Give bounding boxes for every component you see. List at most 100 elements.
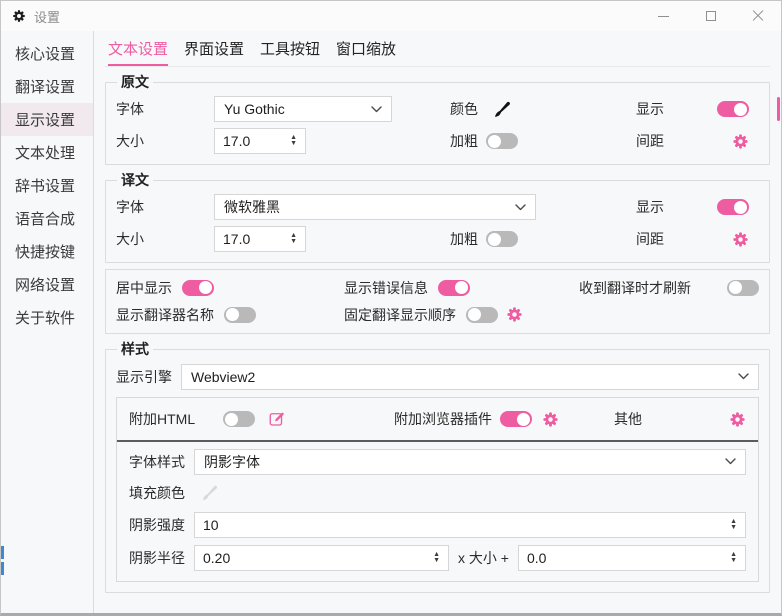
translation-size-value: 17.0 xyxy=(223,231,250,247)
translation-row-2: 大小 17.0 ▲▼ 加粗 间距 xyxy=(116,224,759,254)
source-bold-toggle[interactable] xyxy=(486,133,518,149)
chevron-down-icon xyxy=(365,106,382,113)
translation-spacing-gear-icon[interactable] xyxy=(732,231,749,248)
options-empty-cell xyxy=(579,301,759,328)
shadow-radius-row: 阴影半径 0.20 ▲▼ x 大小 + 0.0 ▲▼ xyxy=(129,544,746,571)
sidebar-item-about[interactable]: 关于软件 xyxy=(1,301,93,334)
sidebar-item-dictionary-settings[interactable]: 辞书设置 xyxy=(1,169,93,202)
sidebar-item-text-processing[interactable]: 文本处理 xyxy=(1,136,93,169)
source-show-label: 显示 xyxy=(636,99,680,119)
translation-bold-toggle[interactable] xyxy=(486,231,518,247)
spin-down-icon[interactable]: ▼ xyxy=(730,525,737,531)
show-translator-name-toggle[interactable] xyxy=(224,307,256,323)
source-show-toggle[interactable] xyxy=(717,101,749,117)
source-color-brush-icon[interactable] xyxy=(492,99,546,120)
chevron-down-icon xyxy=(719,458,736,465)
sidebar-item-network-settings[interactable]: 网络设置 xyxy=(1,268,93,301)
spin-down-icon[interactable]: ▼ xyxy=(290,141,297,147)
fill-color-label: 填充颜色 xyxy=(129,483,185,503)
translation-show-label: 显示 xyxy=(636,197,680,217)
attach-html-edit-icon[interactable] xyxy=(268,410,286,428)
browser-plugin-option: 附加浏览器插件 xyxy=(394,409,559,429)
source-font-select[interactable]: Yu Gothic xyxy=(214,96,392,122)
source-size-label: 大小 xyxy=(116,131,214,151)
spin-down-icon[interactable]: ▼ xyxy=(730,558,737,564)
translation-font-label: 字体 xyxy=(116,197,214,217)
refresh-on-receive-toggle[interactable] xyxy=(727,280,759,296)
shadow-strength-spinner[interactable]: 10 ▲▼ xyxy=(194,512,746,538)
sidebar-item-display-settings[interactable]: 显示设置 xyxy=(1,103,93,136)
sidebar-item-core-settings[interactable]: 核心设置 xyxy=(1,37,93,70)
minimize-button[interactable] xyxy=(640,1,687,31)
source-spacing-gear-icon[interactable] xyxy=(732,133,749,150)
fixed-order-option: 固定翻译显示顺序 xyxy=(344,301,579,328)
attach-html-label: 附加HTML xyxy=(129,409,195,429)
show-error-label: 显示错误信息 xyxy=(344,278,428,298)
fixed-order-gear-icon[interactable] xyxy=(506,306,523,323)
translation-font-select[interactable]: 微软雅黑 xyxy=(214,194,536,220)
spin-down-icon[interactable]: ▼ xyxy=(290,239,297,245)
size-plus-label: x 大小 + xyxy=(458,548,509,568)
attach-html-toggle[interactable] xyxy=(223,411,255,427)
source-row-2: 大小 17.0 ▲▼ 加粗 间距 xyxy=(116,126,759,156)
source-text-group: 原文 字体 Yu Gothic 颜色 显示 xyxy=(105,72,770,165)
gear-icon xyxy=(12,9,26,23)
other-gear-icon[interactable] xyxy=(729,411,746,428)
show-error-toggle[interactable] xyxy=(438,280,470,296)
translation-show-toggle[interactable] xyxy=(717,199,749,215)
tab-interface-settings[interactable]: 界面设置 xyxy=(184,38,244,66)
translation-font-value: 微软雅黑 xyxy=(224,197,280,217)
display-engine-label: 显示引擎 xyxy=(116,367,172,387)
browser-plugin-label: 附加浏览器插件 xyxy=(394,409,492,429)
display-engine-value: Webview2 xyxy=(191,369,255,385)
chevron-down-icon xyxy=(509,204,526,211)
source-font-value: Yu Gothic xyxy=(224,101,285,117)
other-option: 其他 xyxy=(614,409,746,429)
shadow-strength-label: 阴影强度 xyxy=(129,515,185,535)
font-style-row: 字体样式 阴影字体 xyxy=(129,448,746,475)
tab-window-zoom[interactable]: 窗口缩放 xyxy=(336,38,396,66)
source-group-legend: 原文 xyxy=(117,72,153,92)
source-font-label: 字体 xyxy=(116,99,214,119)
sidebar: 核心设置 翻译设置 显示设置 文本处理 辞书设置 语音合成 快捷按键 网络设置 … xyxy=(1,31,94,613)
tab-tool-buttons[interactable]: 工具按钮 xyxy=(260,38,320,66)
maximize-button[interactable] xyxy=(687,1,734,31)
fixed-order-label: 固定翻译显示顺序 xyxy=(344,305,456,325)
other-label: 其他 xyxy=(614,409,642,429)
font-style-value: 阴影字体 xyxy=(204,452,260,472)
size-plus-spinner[interactable]: 0.0 ▲▼ xyxy=(518,545,746,571)
sidebar-item-hotkeys[interactable]: 快捷按键 xyxy=(1,235,93,268)
font-style-select[interactable]: 阴影字体 xyxy=(194,449,746,475)
webview-style-panel: 附加HTML 附加浏览器插件 xyxy=(116,397,759,582)
attach-html-option: 附加HTML xyxy=(129,409,394,429)
left-scrollbar-thumb[interactable] xyxy=(1,546,4,559)
center-display-toggle[interactable] xyxy=(182,280,214,296)
settings-window: 设置 核心设置 翻译设置 显示设置 文本处理 辞书设置 语音合成 快捷按键 网络… xyxy=(0,0,782,616)
center-display-label: 居中显示 xyxy=(116,278,172,298)
style-group: 样式 显示引擎 Webview2 附加HTML xyxy=(105,339,770,593)
browser-plugin-toggle[interactable] xyxy=(500,411,532,427)
display-engine-select[interactable]: Webview2 xyxy=(181,364,759,390)
translation-size-label: 大小 xyxy=(116,229,214,249)
tab-text-settings[interactable]: 文本设置 xyxy=(108,38,168,66)
sidebar-item-translation-settings[interactable]: 翻译设置 xyxy=(1,70,93,103)
shadow-radius-spinner[interactable]: 0.20 ▲▼ xyxy=(194,545,449,571)
translation-size-spinner[interactable]: 17.0 ▲▼ xyxy=(214,226,306,252)
style-group-legend: 样式 xyxy=(117,339,153,359)
refresh-on-receive-label: 收到翻译时才刷新 xyxy=(579,278,691,298)
spin-down-icon[interactable]: ▼ xyxy=(433,558,440,564)
shadow-radius-value: 0.20 xyxy=(203,550,230,566)
left-scrollbar-thumb[interactable] xyxy=(1,562,4,575)
browser-plugin-gear-icon[interactable] xyxy=(542,411,559,428)
close-button[interactable] xyxy=(734,1,781,31)
content-scrollbar-thumb[interactable] xyxy=(777,97,780,121)
fixed-order-toggle[interactable] xyxy=(466,307,498,323)
display-options-group: 居中显示 显示错误信息 收到翻译时才刷新 显示翻译器名称 xyxy=(105,269,770,334)
size-plus-value: 0.0 xyxy=(527,550,546,566)
translation-spacing-label: 间距 xyxy=(636,229,680,249)
shadow-radius-label: 阴影半径 xyxy=(129,548,185,568)
font-style-label: 字体样式 xyxy=(129,452,185,472)
center-display-option: 居中显示 xyxy=(116,274,344,301)
sidebar-item-speech-synthesis[interactable]: 语音合成 xyxy=(1,202,93,235)
source-size-spinner[interactable]: 17.0 ▲▼ xyxy=(214,128,306,154)
